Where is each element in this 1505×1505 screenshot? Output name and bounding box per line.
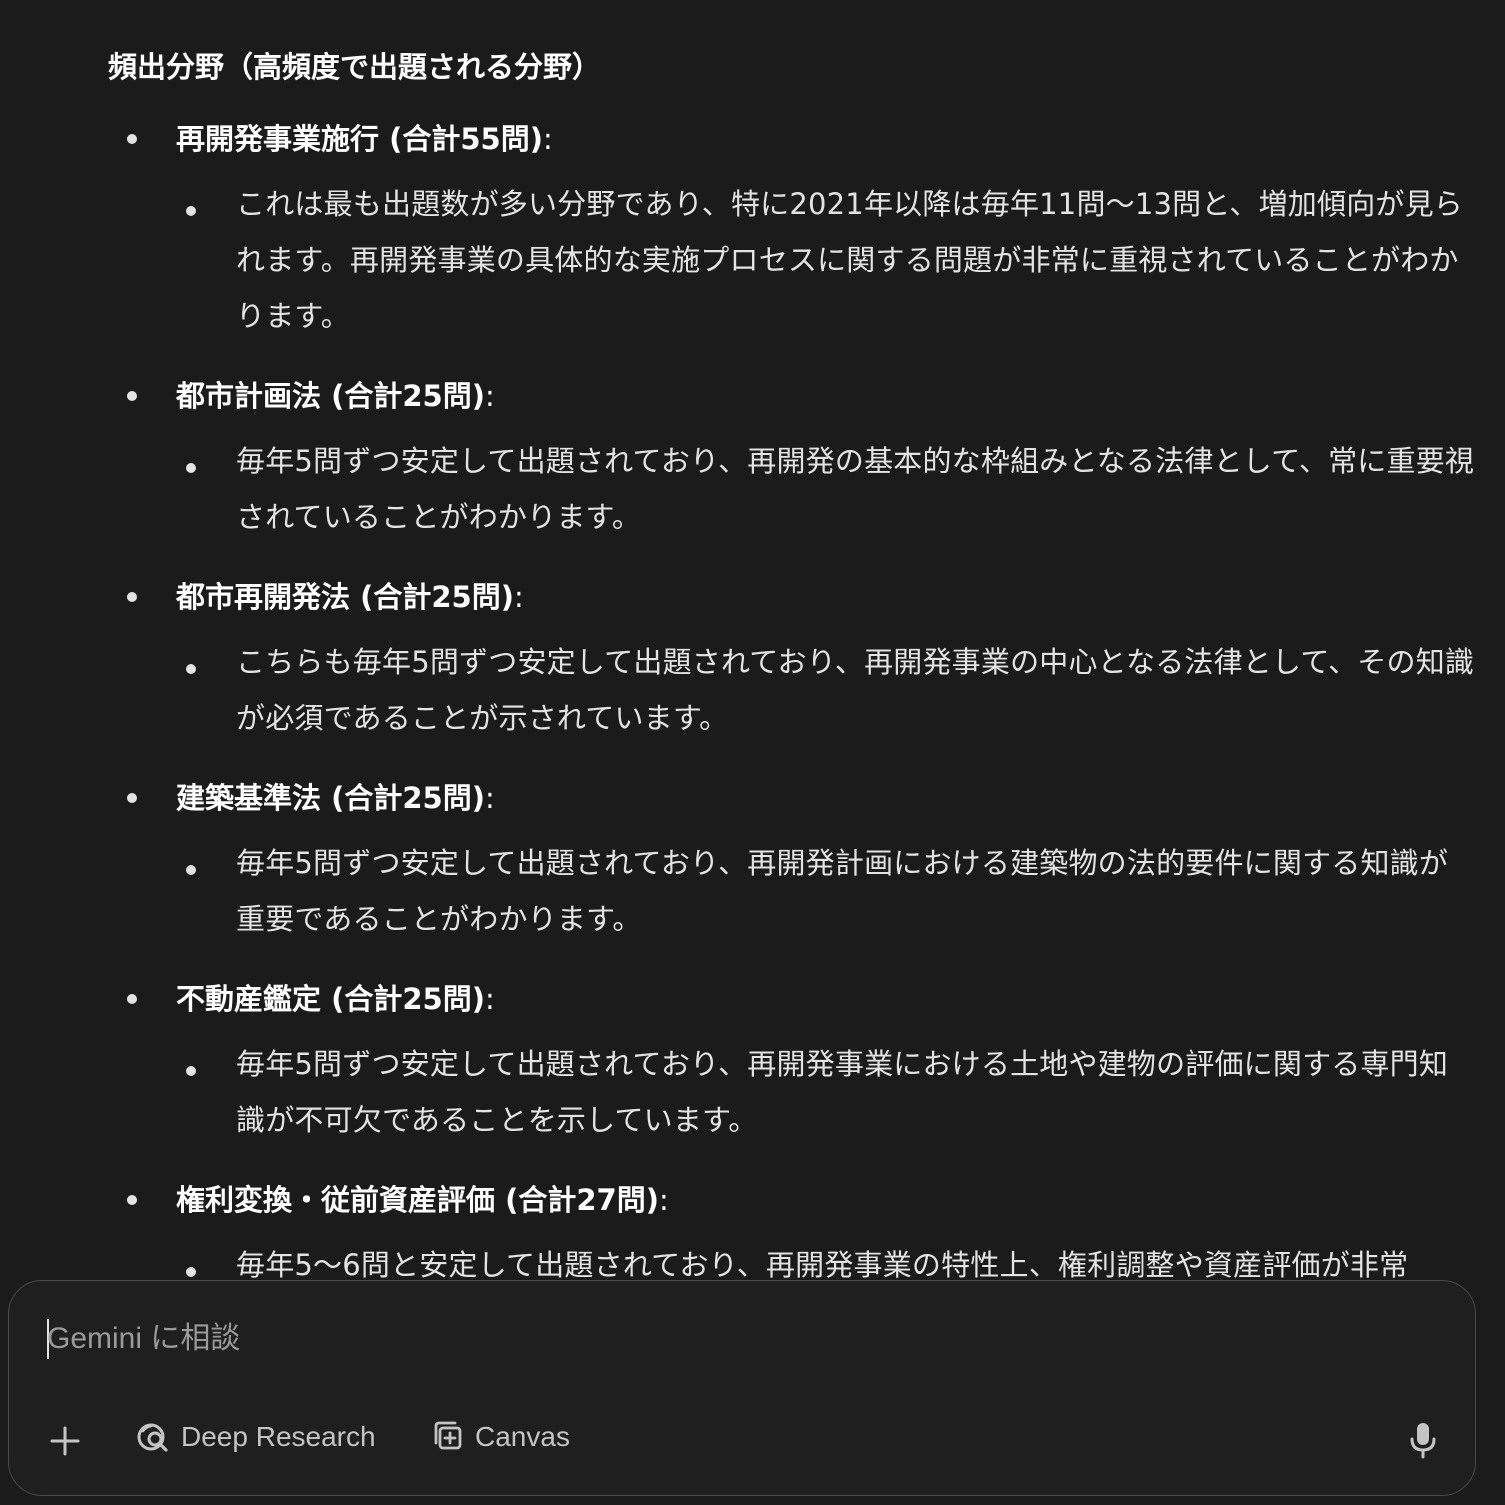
item-title-bold: 不動産鑑定 (合計25問) bbox=[176, 982, 485, 1016]
bullet bbox=[186, 865, 196, 875]
deep-research-label: Deep Research bbox=[181, 1421, 376, 1452]
canvas-button[interactable]: Canvas bbox=[430, 1419, 570, 1455]
item-title: 建築基準法 (合計25問): bbox=[176, 775, 495, 817]
canvas-icon bbox=[434, 1421, 462, 1450]
item-description: 毎年5問ずつ安定して出題されており、再開発事業における土地や建物の評価に関する専… bbox=[236, 1047, 1449, 1137]
item-title-bold: 権利変換・従前資産評価 (合計27問) bbox=[176, 1183, 659, 1217]
bullet bbox=[186, 1066, 196, 1076]
item-title-suffix: : bbox=[484, 379, 495, 413]
microphone-button[interactable] bbox=[1407, 1419, 1439, 1461]
item-description: こちらも毎年5問ずつ安定して出題されており、再開発事業の中心となる法律として、そ… bbox=[236, 645, 1475, 735]
item-title: 再開発事業施行 (合計55問): bbox=[176, 116, 553, 158]
item-description: 毎年5〜6問と安定して出題されており、再開発事業の特性上、権利調整や資産評価が非… bbox=[236, 1248, 1409, 1280]
item-title-row: 不動産鑑定 (合計25問): bbox=[0, 964, 1505, 1036]
list-item: 都市再開発法 (合計25問): こちらも毎年5問ずつ安定して出題されており、再開… bbox=[0, 562, 1505, 746]
list-item: 都市計画法 (合計25問): 毎年5問ずつ安定して出題されており、再開発の基本的… bbox=[0, 361, 1505, 545]
prompt-composer: Deep Research Canvas bbox=[8, 1280, 1476, 1496]
item-title: 都市計画法 (合計25問): bbox=[176, 373, 495, 415]
item-title-row: 再開発事業施行 (合計55問): bbox=[0, 104, 1505, 176]
bullet bbox=[127, 994, 137, 1004]
item-title: 都市再開発法 (合計25問): bbox=[176, 574, 524, 616]
item-title-bold: 都市計画法 (合計25問) bbox=[176, 379, 485, 413]
list-item: 不動産鑑定 (合計25問): 毎年5問ずつ安定して出題されており、再開発事業にお… bbox=[0, 964, 1505, 1148]
bullet bbox=[127, 592, 137, 602]
deep-research-button[interactable]: Deep Research bbox=[135, 1419, 376, 1455]
item-title-row: 権利変換・従前資産評価 (合計27問): bbox=[0, 1165, 1505, 1237]
bullet bbox=[127, 793, 137, 803]
microphone-icon bbox=[1410, 1423, 1436, 1459]
bullet bbox=[186, 463, 196, 473]
item-title-bold: 都市再開発法 (合計25問) bbox=[176, 580, 514, 614]
item-title-row: 都市計画法 (合計25問): bbox=[0, 361, 1505, 433]
item-description-row: 毎年5問ずつ安定して出題されており、再開発計画における建築物の法的要件に関する知… bbox=[0, 835, 1505, 947]
gemini-chat-window: 頻出分野（高頻度で出題される分野） 再開発事業施行 (合計55問): これは最も… bbox=[0, 0, 1505, 1505]
item-title-bold: 再開発事業施行 (合計55問) bbox=[176, 122, 543, 156]
item-title-suffix: : bbox=[513, 580, 524, 614]
bullet bbox=[186, 664, 196, 674]
plus-icon bbox=[50, 1426, 80, 1456]
item-title-suffix: : bbox=[484, 982, 495, 1016]
item-description-row: 毎年5問ずつ安定して出題されており、再開発の基本的な枠組みとなる法律として、常に… bbox=[0, 433, 1505, 545]
item-title: 不動産鑑定 (合計25問): bbox=[176, 976, 495, 1018]
item-description: 毎年5問ずつ安定して出題されており、再開発計画における建築物の法的要件に関する知… bbox=[236, 846, 1449, 936]
response-content: 頻出分野（高頻度で出題される分野） 再開発事業施行 (合計55問): これは最も… bbox=[0, 0, 1505, 1280]
prompt-input[interactable] bbox=[47, 1317, 1347, 1361]
item-description: これは最も出題数が多い分野であり、特に2021年以降は毎年11問〜13問と、増加… bbox=[236, 187, 1463, 333]
item-title: 権利変換・従前資産評価 (合計27問): bbox=[176, 1177, 669, 1219]
item-title-suffix: : bbox=[658, 1183, 669, 1217]
item-description-row: これは最も出題数が多い分野であり、特に2021年以降は毎年11問〜13問と、増加… bbox=[0, 176, 1505, 344]
section-heading: 頻出分野（高頻度で出題される分野） bbox=[108, 50, 602, 84]
item-title-row: 建築基準法 (合計25問): bbox=[0, 763, 1505, 835]
item-title-row: 都市再開発法 (合計25問): bbox=[0, 562, 1505, 634]
item-title-suffix: : bbox=[542, 122, 553, 156]
add-button[interactable] bbox=[45, 1421, 85, 1461]
item-description-row: 毎年5〜6問と安定して出題されており、再開発事業の特性上、権利調整や資産評価が非… bbox=[0, 1237, 1505, 1280]
deep-research-icon bbox=[137, 1423, 168, 1452]
item-description-row: こちらも毎年5問ずつ安定して出題されており、再開発事業の中心となる法律として、そ… bbox=[0, 634, 1505, 746]
bullet bbox=[186, 206, 196, 216]
canvas-label: Canvas bbox=[475, 1421, 570, 1452]
list-item: 再開発事業施行 (合計55問): これは最も出題数が多い分野であり、特に2021… bbox=[0, 104, 1505, 344]
bullet bbox=[127, 391, 137, 401]
item-description-row: 毎年5問ずつ安定して出題されており、再開発事業における土地や建物の評価に関する専… bbox=[0, 1036, 1505, 1148]
bullet bbox=[127, 134, 137, 144]
list-item: 権利変換・従前資産評価 (合計27問): 毎年5〜6問と安定して出題されており、… bbox=[0, 1165, 1505, 1280]
item-title-bold: 建築基準法 (合計25問) bbox=[176, 781, 485, 815]
item-description: 毎年5問ずつ安定して出題されており、再開発の基本的な枠組みとなる法律として、常に… bbox=[236, 444, 1475, 534]
bullet bbox=[127, 1195, 137, 1205]
list-item: 建築基準法 (合計25問): 毎年5問ずつ安定して出題されており、再開発計画にお… bbox=[0, 763, 1505, 947]
item-title-suffix: : bbox=[484, 781, 495, 815]
item-list: 再開発事業施行 (合計55問): これは最も出題数が多い分野であり、特に2021… bbox=[0, 104, 1505, 1280]
bullet bbox=[186, 1267, 196, 1277]
